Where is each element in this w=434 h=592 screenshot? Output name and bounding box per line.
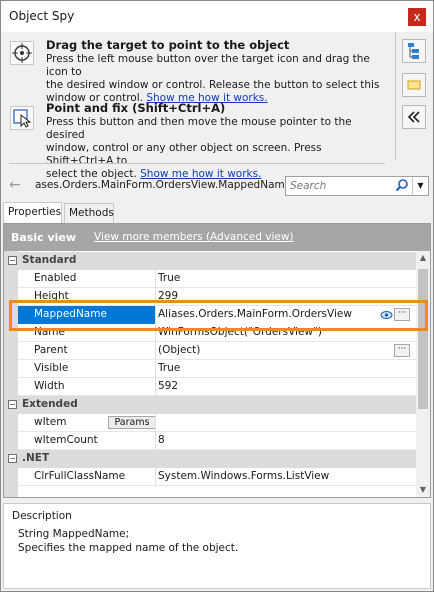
- nav-bar: ← ases.Orders.MainForm.OrdersView.Mapped…: [1, 173, 433, 199]
- collapse-icon[interactable]: −: [8, 256, 17, 265]
- back-arrow-icon[interactable]: ←: [9, 177, 21, 193]
- description-signature: String MappedName;: [18, 528, 130, 540]
- property-row[interactable]: Enabled True: [4, 270, 416, 288]
- view-more-link[interactable]: View more members (Advanced view): [94, 231, 294, 243]
- search-icon[interactable]: [395, 178, 409, 195]
- property-name: Enabled: [34, 272, 77, 284]
- params-button[interactable]: Params: [108, 416, 156, 429]
- drag-target-text: Press the left mouse button over the tar…: [46, 53, 380, 104]
- description-text: Specifies the mapped name of the object.: [18, 542, 239, 554]
- drag-target-title: Drag the target to point to the object: [46, 38, 290, 52]
- property-value[interactable]: (Object): [158, 344, 200, 356]
- property-name: Width: [34, 380, 65, 392]
- scroll-thumb[interactable]: [418, 269, 428, 409]
- search-dropdown-icon[interactable]: ▼: [412, 177, 428, 195]
- description-panel: Description String MappedName; Specifies…: [3, 503, 431, 589]
- point-fix-title: Point and fix (Shift+Ctrl+A): [46, 101, 226, 115]
- property-row[interactable]: Visible True: [4, 360, 416, 378]
- window-title: Object Spy: [9, 9, 75, 23]
- selected-row-highlight: [9, 300, 428, 331]
- description-title: Description: [12, 510, 72, 522]
- property-name: ClrFullClassName: [34, 470, 126, 482]
- property-value[interactable]: System.Windows.Forms.ListView: [158, 470, 329, 482]
- property-name: wItem: [34, 416, 67, 428]
- property-row[interactable]: wItemCount 8: [4, 432, 416, 450]
- category-dotnet[interactable]: − .NET: [4, 450, 416, 468]
- collapse-icon[interactable]: −: [8, 454, 17, 463]
- collapse-icon[interactable]: −: [8, 400, 17, 409]
- property-name: Parent: [34, 344, 68, 356]
- object-path: ases.Orders.MainForm.OrdersView.MappedNa…: [35, 179, 292, 191]
- title-bar: Object Spy x: [1, 1, 433, 32]
- highlight-icon[interactable]: [402, 73, 426, 97]
- point-fix-text: Press this button and then move the mous…: [46, 116, 352, 180]
- property-value[interactable]: 592: [158, 380, 178, 392]
- tab-properties[interactable]: Properties: [3, 202, 62, 224]
- view-header: Basic view View more members (Advanced v…: [4, 224, 430, 251]
- search-placeholder: Search: [290, 180, 327, 192]
- property-row[interactable]: Width 592: [4, 378, 416, 396]
- search-input[interactable]: Search ▼: [285, 176, 429, 196]
- crosshair-target-icon[interactable]: [10, 41, 34, 65]
- tab-methods[interactable]: Methods: [64, 203, 114, 223]
- scroll-down-icon[interactable]: ▼: [416, 483, 430, 497]
- vertical-scrollbar[interactable]: ▲ ▼: [416, 251, 430, 497]
- category-standard[interactable]: − Standard: [4, 252, 416, 270]
- property-name: wItemCount: [34, 434, 98, 446]
- property-grid: − Standard Enabled True Height 299 Mappe…: [4, 251, 416, 497]
- object-spy-window: Object Spy x Drag the target to point to…: [0, 0, 434, 592]
- ellipsis-button[interactable]: ···: [394, 344, 410, 357]
- property-name: Visible: [34, 362, 69, 374]
- property-value[interactable]: 8: [158, 434, 165, 446]
- tree-view-icon[interactable]: [402, 39, 426, 63]
- collapse-panel-icon[interactable]: [402, 105, 426, 129]
- properties-panel: Basic view View more members (Advanced v…: [3, 223, 431, 498]
- pointer-fix-icon[interactable]: [10, 106, 34, 130]
- horizontal-divider: [9, 163, 385, 164]
- property-row[interactable]: Parent (Object) ···: [4, 342, 416, 360]
- scroll-up-icon[interactable]: ▲: [416, 251, 430, 265]
- close-button[interactable]: x: [408, 8, 426, 26]
- property-row[interactable]: ClrFullClassName System.Windows.Forms.Li…: [4, 468, 416, 486]
- category-extended[interactable]: − Extended: [4, 396, 416, 414]
- property-value[interactable]: True: [158, 362, 180, 374]
- property-row[interactable]: wItem Params: [4, 414, 416, 432]
- vertical-divider: [395, 32, 396, 160]
- basic-view-label: Basic view: [11, 231, 77, 244]
- property-value[interactable]: True: [158, 272, 180, 284]
